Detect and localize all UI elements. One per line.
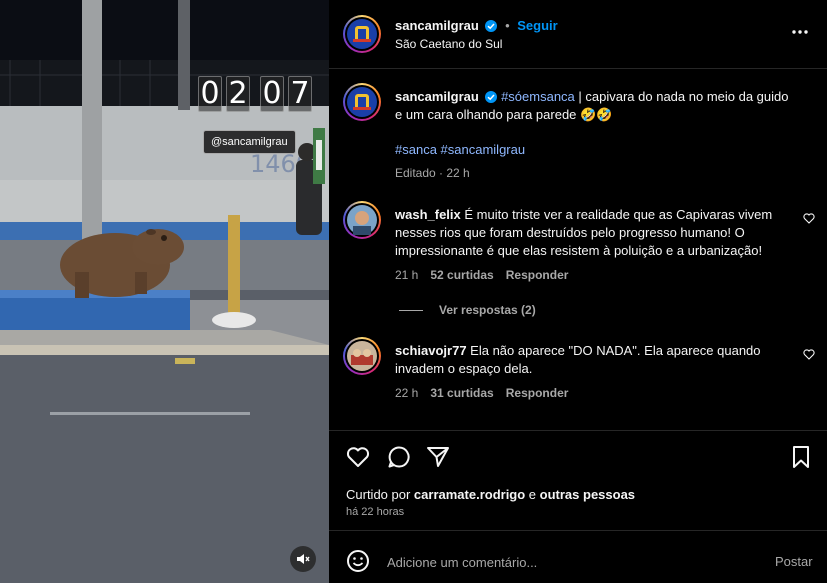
post-media[interactable]: 1460 0 2 0 7 @sancamilgrau bbox=[0, 0, 329, 583]
club-logo-icon bbox=[353, 94, 371, 110]
comment-like-icon[interactable] bbox=[803, 213, 815, 224]
comment: schiavojr77 Ela não aparece "DO NADA". E… bbox=[395, 342, 795, 378]
comment-like-icon[interactable] bbox=[803, 349, 815, 360]
post-time: há 22 horas bbox=[346, 506, 405, 518]
timestamp-digit: 0 bbox=[260, 76, 284, 112]
video-timestamp: 0 2 0 7 bbox=[198, 76, 312, 112]
post-panel: sancamilgrau • Seguir São Caetano do Sul… bbox=[329, 0, 827, 583]
liked-by-others[interactable]: outras pessoas bbox=[540, 487, 635, 502]
comment-username[interactable]: schiavojr77 bbox=[395, 343, 467, 358]
bookmark-icon[interactable] bbox=[791, 445, 811, 469]
author-username[interactable]: sancamilgrau bbox=[395, 18, 479, 33]
comment-likes[interactable]: 31 curtidas bbox=[430, 386, 493, 400]
hashtag-link[interactable]: #sanca bbox=[395, 142, 437, 157]
user-photo-icon bbox=[347, 205, 377, 235]
hashtag-link[interactable]: #sancamilgrau bbox=[441, 142, 526, 157]
follow-button[interactable]: Seguir bbox=[517, 18, 557, 33]
replies-line bbox=[399, 309, 423, 311]
club-logo-icon bbox=[353, 26, 371, 42]
handle-watermark: @sancamilgrau bbox=[203, 130, 296, 154]
liked-by-mid: e bbox=[525, 487, 540, 502]
caption-username[interactable]: sancamilgrau bbox=[395, 89, 479, 104]
post-location[interactable]: São Caetano do Sul bbox=[395, 37, 502, 51]
speaker-muted-icon bbox=[297, 554, 310, 564]
liked-by-prefix: Curtido por bbox=[346, 487, 414, 502]
caption-avatar[interactable] bbox=[343, 83, 381, 121]
caption-edited: Editado · 22 h bbox=[395, 166, 470, 180]
user-photo-icon bbox=[347, 341, 377, 371]
share-icon[interactable] bbox=[426, 445, 450, 469]
comment-time: 22 h bbox=[395, 386, 419, 400]
mute-button[interactable] bbox=[290, 546, 316, 572]
view-replies-button[interactable]: Ver respostas (2) bbox=[399, 303, 536, 317]
comment-icon[interactable] bbox=[387, 445, 411, 469]
caption-tags: #sanca #sancamilgrau bbox=[395, 142, 525, 157]
timestamp-digit: 2 bbox=[226, 76, 250, 112]
liked-by: Curtido por carramate.rodrigo e outras p… bbox=[346, 487, 635, 502]
commenter-avatar[interactable] bbox=[343, 201, 381, 239]
liked-by-user[interactable]: carramate.rodrigo bbox=[414, 487, 525, 502]
comment: wash_felix É muito triste ver a realidad… bbox=[395, 206, 795, 260]
composer-divider bbox=[329, 530, 827, 531]
author-avatar[interactable] bbox=[343, 15, 381, 53]
timestamp-digit: 7 bbox=[288, 76, 312, 112]
caption: sancamilgrau #sóemsanca | capivara do na… bbox=[395, 88, 795, 124]
post-comment-button[interactable]: Postar bbox=[775, 554, 813, 569]
caption-hashtag[interactable]: #sóemsanca bbox=[501, 89, 575, 104]
actions-divider bbox=[329, 430, 827, 431]
reply-button[interactable]: Responder bbox=[506, 268, 569, 282]
comment-meta: 21 h 52 curtidas Responder bbox=[395, 268, 568, 282]
header-divider bbox=[329, 68, 827, 69]
timestamp-digit: 0 bbox=[198, 76, 222, 112]
verified-badge-icon bbox=[485, 20, 498, 32]
commenter-avatar[interactable] bbox=[343, 337, 381, 375]
comment-meta: 22 h 31 curtidas Responder bbox=[395, 386, 568, 400]
comment-time: 21 h bbox=[395, 268, 419, 282]
reply-button[interactable]: Responder bbox=[506, 386, 569, 400]
emoji-icon[interactable] bbox=[346, 549, 370, 573]
verified-badge-icon bbox=[485, 91, 498, 103]
more-horizontal-icon[interactable] bbox=[791, 29, 809, 35]
heart-icon[interactable] bbox=[346, 446, 370, 468]
comment-input[interactable] bbox=[385, 552, 759, 572]
comment-likes[interactable]: 52 curtidas bbox=[430, 268, 493, 282]
header-separator: • bbox=[505, 18, 510, 33]
view-replies-label: Ver respostas (2) bbox=[439, 303, 536, 317]
post-header: sancamilgrau • Seguir bbox=[395, 18, 558, 33]
comment-username[interactable]: wash_felix bbox=[395, 207, 461, 222]
